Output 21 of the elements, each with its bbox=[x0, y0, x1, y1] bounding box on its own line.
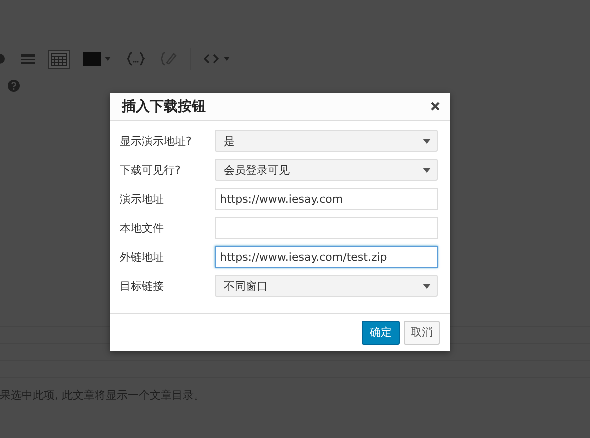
caret-icon bbox=[423, 284, 431, 288]
field-label: 外链地址 bbox=[120, 250, 165, 264]
field-label: 下载可见行? bbox=[120, 162, 182, 178]
dialog-title: 插入下载按钮 bbox=[122, 98, 206, 116]
input-field[interactable]: https://www.iesay.com bbox=[215, 188, 438, 210]
table-icon[interactable] bbox=[48, 50, 70, 68]
dropdown[interactable]: 会员登录可见 bbox=[215, 159, 438, 181]
field-label: 本地文件 bbox=[120, 220, 165, 236]
caret-icon bbox=[423, 168, 431, 172]
field-label: 目标链接 bbox=[120, 278, 165, 294]
confirm-button[interactable]: 确定 bbox=[362, 320, 400, 344]
caret-icon bbox=[423, 138, 431, 144]
dropdown[interactable]: 是 bbox=[215, 130, 438, 152]
dropdown[interactable]: 不同窗口 bbox=[215, 275, 438, 297]
swatch-icon[interactable] bbox=[80, 49, 114, 69]
input-field[interactable]: https://www.iesay.com/test.zip bbox=[215, 246, 438, 268]
close-icon[interactable] bbox=[431, 102, 440, 111]
field-label: 显示演示地址? bbox=[120, 134, 193, 148]
cancel-button[interactable]: 取消 bbox=[404, 320, 440, 344]
field-label: 演示地址 bbox=[120, 192, 165, 206]
input-field[interactable] bbox=[215, 217, 438, 239]
